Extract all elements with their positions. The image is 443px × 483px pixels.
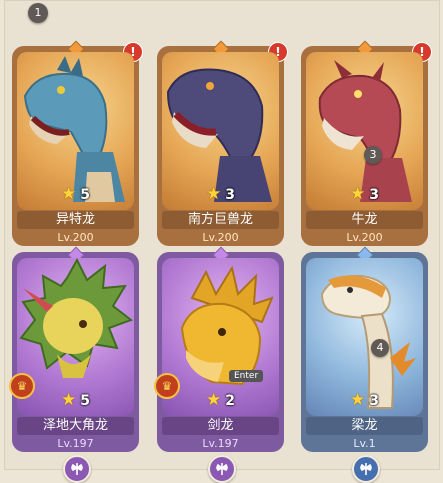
dino-card-marsh-ceratops[interactable]: ♛ ★ 5 泽地大角龙 Lv.197 bbox=[9, 246, 139, 483]
dino-card-allosaurus[interactable]: ! ★ 5 异特龙 Lv.200 bbox=[12, 40, 143, 277]
star-rating: ★ 3 bbox=[157, 184, 284, 204]
star-rating: ★ 3 bbox=[301, 184, 428, 204]
dino-level: Lv.197 bbox=[57, 437, 94, 450]
star-count: 5 bbox=[80, 393, 90, 409]
dino-name: 泽地大角龙 bbox=[17, 417, 134, 435]
star-rating: ★ 3 bbox=[301, 390, 428, 410]
star-rating: ★ 5 bbox=[12, 390, 139, 410]
dino-level: Lv.200 bbox=[57, 231, 94, 244]
dino-name: 南方巨兽龙 bbox=[162, 211, 279, 229]
dino-name: 异特龙 bbox=[17, 211, 134, 229]
upgrade-axe-button[interactable] bbox=[208, 455, 236, 483]
star-icon: ★ bbox=[206, 390, 222, 410]
star-count: 3 bbox=[369, 187, 379, 203]
axe-icon bbox=[216, 463, 228, 475]
step-marker-1: 1 bbox=[28, 3, 48, 23]
axe-icon bbox=[360, 463, 372, 475]
dino-name: 牛龙 bbox=[306, 211, 423, 229]
dino-level: Lv.197 bbox=[202, 437, 239, 450]
star-count: 2 bbox=[225, 393, 235, 409]
dino-level: Lv.200 bbox=[346, 231, 383, 244]
star-rating: ★ 5 bbox=[12, 184, 139, 204]
star-count: 3 bbox=[225, 187, 235, 203]
star-icon: ★ bbox=[61, 184, 77, 204]
upgrade-axe-button[interactable] bbox=[352, 455, 380, 483]
axe-icon bbox=[71, 463, 83, 475]
dino-level: Lv.1 bbox=[353, 437, 376, 450]
star-icon: ★ bbox=[206, 184, 222, 204]
dino-card-carnotaurus[interactable]: ! ★ 3 牛龙 Lv.200 bbox=[301, 40, 432, 277]
star-icon: ★ bbox=[350, 184, 366, 204]
star-rating: ★ 2 bbox=[157, 390, 284, 410]
step-marker-3: 3 bbox=[364, 146, 382, 164]
step-marker-4: 4 bbox=[371, 339, 389, 357]
enter-tooltip: Enter bbox=[229, 370, 264, 382]
dino-card-giganotosaurus[interactable]: ! ★ 3 南方巨兽龙 Lv.200 bbox=[157, 40, 288, 277]
dino-name: 梁龙 bbox=[306, 417, 423, 435]
star-icon: ★ bbox=[61, 390, 77, 410]
upgrade-axe-button[interactable] bbox=[63, 455, 91, 483]
star-count: 3 bbox=[369, 393, 379, 409]
star-count: 5 bbox=[80, 187, 90, 203]
star-icon: ★ bbox=[350, 390, 366, 410]
dino-name: 剑龙 bbox=[162, 417, 279, 435]
dino-level: Lv.200 bbox=[202, 231, 239, 244]
dino-card-stegosaurus[interactable]: ♛ ★ 2 剑龙 Lv.197 bbox=[154, 246, 284, 483]
dino-card-diplodocus[interactable]: ★ 3 梁龙 Lv.1 bbox=[301, 246, 428, 483]
